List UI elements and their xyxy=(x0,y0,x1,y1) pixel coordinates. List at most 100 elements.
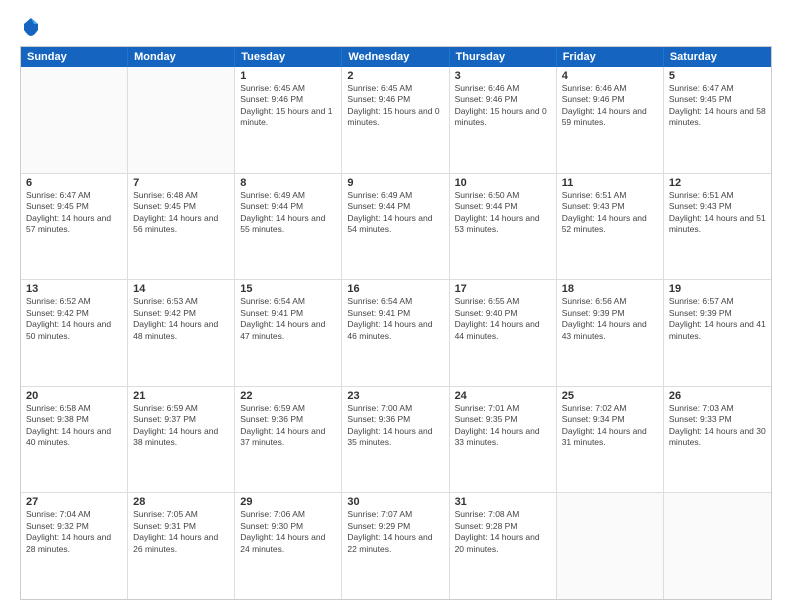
calendar-cell: 2Sunrise: 6:45 AMSunset: 9:46 PMDaylight… xyxy=(342,67,449,173)
day-number: 3 xyxy=(455,70,551,82)
day-number: 18 xyxy=(562,283,658,295)
calendar-body: 1Sunrise: 6:45 AMSunset: 9:46 PMDaylight… xyxy=(21,67,771,599)
calendar: SundayMondayTuesdayWednesdayThursdayFrid… xyxy=(20,46,772,600)
cell-text: Sunrise: 6:51 AMSunset: 9:43 PMDaylight:… xyxy=(562,190,658,236)
day-number: 4 xyxy=(562,70,658,82)
day-number: 7 xyxy=(133,177,229,189)
day-number: 20 xyxy=(26,390,122,402)
cell-text: Sunrise: 6:56 AMSunset: 9:39 PMDaylight:… xyxy=(562,296,658,342)
day-number: 1 xyxy=(240,70,336,82)
calendar-cell: 7Sunrise: 6:48 AMSunset: 9:45 PMDaylight… xyxy=(128,174,235,280)
day-number: 31 xyxy=(455,496,551,508)
calendar-cell: 18Sunrise: 6:56 AMSunset: 9:39 PMDayligh… xyxy=(557,280,664,386)
calendar-cell: 12Sunrise: 6:51 AMSunset: 9:43 PMDayligh… xyxy=(664,174,771,280)
calendar-cell: 14Sunrise: 6:53 AMSunset: 9:42 PMDayligh… xyxy=(128,280,235,386)
calendar-cell: 19Sunrise: 6:57 AMSunset: 9:39 PMDayligh… xyxy=(664,280,771,386)
calendar-cell: 1Sunrise: 6:45 AMSunset: 9:46 PMDaylight… xyxy=(235,67,342,173)
calendar-cell: 23Sunrise: 7:00 AMSunset: 9:36 PMDayligh… xyxy=(342,387,449,493)
calendar-cell xyxy=(664,493,771,599)
header xyxy=(20,16,772,38)
day-number: 12 xyxy=(669,177,766,189)
calendar-cell: 10Sunrise: 6:50 AMSunset: 9:44 PMDayligh… xyxy=(450,174,557,280)
calendar-row: 1Sunrise: 6:45 AMSunset: 9:46 PMDaylight… xyxy=(21,67,771,174)
cell-text: Sunrise: 6:57 AMSunset: 9:39 PMDaylight:… xyxy=(669,296,766,342)
calendar-cell: 29Sunrise: 7:06 AMSunset: 9:30 PMDayligh… xyxy=(235,493,342,599)
day-number: 24 xyxy=(455,390,551,402)
calendar-cell: 26Sunrise: 7:03 AMSunset: 9:33 PMDayligh… xyxy=(664,387,771,493)
weekday-header: Thursday xyxy=(450,47,557,67)
day-number: 21 xyxy=(133,390,229,402)
weekday-header: Friday xyxy=(557,47,664,67)
day-number: 9 xyxy=(347,177,443,189)
day-number: 14 xyxy=(133,283,229,295)
weekday-header: Sunday xyxy=(21,47,128,67)
day-number: 29 xyxy=(240,496,336,508)
day-number: 23 xyxy=(347,390,443,402)
cell-text: Sunrise: 7:02 AMSunset: 9:34 PMDaylight:… xyxy=(562,403,658,449)
day-number: 25 xyxy=(562,390,658,402)
cell-text: Sunrise: 6:45 AMSunset: 9:46 PMDaylight:… xyxy=(347,83,443,129)
calendar-cell: 16Sunrise: 6:54 AMSunset: 9:41 PMDayligh… xyxy=(342,280,449,386)
logo xyxy=(20,16,46,38)
day-number: 27 xyxy=(26,496,122,508)
calendar-row: 27Sunrise: 7:04 AMSunset: 9:32 PMDayligh… xyxy=(21,493,771,599)
cell-text: Sunrise: 6:48 AMSunset: 9:45 PMDaylight:… xyxy=(133,190,229,236)
cell-text: Sunrise: 6:53 AMSunset: 9:42 PMDaylight:… xyxy=(133,296,229,342)
calendar-cell: 13Sunrise: 6:52 AMSunset: 9:42 PMDayligh… xyxy=(21,280,128,386)
cell-text: Sunrise: 6:50 AMSunset: 9:44 PMDaylight:… xyxy=(455,190,551,236)
day-number: 26 xyxy=(669,390,766,402)
calendar-cell: 30Sunrise: 7:07 AMSunset: 9:29 PMDayligh… xyxy=(342,493,449,599)
cell-text: Sunrise: 7:04 AMSunset: 9:32 PMDaylight:… xyxy=(26,509,122,555)
weekday-header: Monday xyxy=(128,47,235,67)
calendar-cell: 20Sunrise: 6:58 AMSunset: 9:38 PMDayligh… xyxy=(21,387,128,493)
calendar-cell: 21Sunrise: 6:59 AMSunset: 9:37 PMDayligh… xyxy=(128,387,235,493)
cell-text: Sunrise: 6:59 AMSunset: 9:37 PMDaylight:… xyxy=(133,403,229,449)
cell-text: Sunrise: 7:01 AMSunset: 9:35 PMDaylight:… xyxy=(455,403,551,449)
day-number: 30 xyxy=(347,496,443,508)
calendar-cell: 22Sunrise: 6:59 AMSunset: 9:36 PMDayligh… xyxy=(235,387,342,493)
day-number: 19 xyxy=(669,283,766,295)
calendar-cell: 8Sunrise: 6:49 AMSunset: 9:44 PMDaylight… xyxy=(235,174,342,280)
cell-text: Sunrise: 7:07 AMSunset: 9:29 PMDaylight:… xyxy=(347,509,443,555)
calendar-cell: 28Sunrise: 7:05 AMSunset: 9:31 PMDayligh… xyxy=(128,493,235,599)
day-number: 6 xyxy=(26,177,122,189)
cell-text: Sunrise: 6:52 AMSunset: 9:42 PMDaylight:… xyxy=(26,296,122,342)
cell-text: Sunrise: 7:08 AMSunset: 9:28 PMDaylight:… xyxy=(455,509,551,555)
calendar-row: 6Sunrise: 6:47 AMSunset: 9:45 PMDaylight… xyxy=(21,174,771,281)
calendar-row: 13Sunrise: 6:52 AMSunset: 9:42 PMDayligh… xyxy=(21,280,771,387)
cell-text: Sunrise: 6:55 AMSunset: 9:40 PMDaylight:… xyxy=(455,296,551,342)
day-number: 16 xyxy=(347,283,443,295)
cell-text: Sunrise: 6:54 AMSunset: 9:41 PMDaylight:… xyxy=(240,296,336,342)
calendar-header: SundayMondayTuesdayWednesdayThursdayFrid… xyxy=(21,47,771,67)
day-number: 28 xyxy=(133,496,229,508)
calendar-cell: 4Sunrise: 6:46 AMSunset: 9:46 PMDaylight… xyxy=(557,67,664,173)
weekday-header: Saturday xyxy=(664,47,771,67)
cell-text: Sunrise: 6:46 AMSunset: 9:46 PMDaylight:… xyxy=(562,83,658,129)
day-number: 15 xyxy=(240,283,336,295)
calendar-cell: 9Sunrise: 6:49 AMSunset: 9:44 PMDaylight… xyxy=(342,174,449,280)
day-number: 22 xyxy=(240,390,336,402)
calendar-cell: 5Sunrise: 6:47 AMSunset: 9:45 PMDaylight… xyxy=(664,67,771,173)
cell-text: Sunrise: 6:45 AMSunset: 9:46 PMDaylight:… xyxy=(240,83,336,129)
calendar-cell: 6Sunrise: 6:47 AMSunset: 9:45 PMDaylight… xyxy=(21,174,128,280)
calendar-cell: 17Sunrise: 6:55 AMSunset: 9:40 PMDayligh… xyxy=(450,280,557,386)
calendar-cell: 25Sunrise: 7:02 AMSunset: 9:34 PMDayligh… xyxy=(557,387,664,493)
weekday-header: Wednesday xyxy=(342,47,449,67)
day-number: 13 xyxy=(26,283,122,295)
calendar-cell xyxy=(21,67,128,173)
cell-text: Sunrise: 7:05 AMSunset: 9:31 PMDaylight:… xyxy=(133,509,229,555)
cell-text: Sunrise: 6:49 AMSunset: 9:44 PMDaylight:… xyxy=(347,190,443,236)
cell-text: Sunrise: 6:58 AMSunset: 9:38 PMDaylight:… xyxy=(26,403,122,449)
calendar-cell: 24Sunrise: 7:01 AMSunset: 9:35 PMDayligh… xyxy=(450,387,557,493)
calendar-cell: 3Sunrise: 6:46 AMSunset: 9:46 PMDaylight… xyxy=(450,67,557,173)
cell-text: Sunrise: 6:51 AMSunset: 9:43 PMDaylight:… xyxy=(669,190,766,236)
calendar-cell: 15Sunrise: 6:54 AMSunset: 9:41 PMDayligh… xyxy=(235,280,342,386)
calendar-cell xyxy=(557,493,664,599)
calendar-cell: 11Sunrise: 6:51 AMSunset: 9:43 PMDayligh… xyxy=(557,174,664,280)
cell-text: Sunrise: 7:06 AMSunset: 9:30 PMDaylight:… xyxy=(240,509,336,555)
day-number: 10 xyxy=(455,177,551,189)
cell-text: Sunrise: 6:49 AMSunset: 9:44 PMDaylight:… xyxy=(240,190,336,236)
day-number: 11 xyxy=(562,177,658,189)
cell-text: Sunrise: 6:46 AMSunset: 9:46 PMDaylight:… xyxy=(455,83,551,129)
cell-text: Sunrise: 6:54 AMSunset: 9:41 PMDaylight:… xyxy=(347,296,443,342)
